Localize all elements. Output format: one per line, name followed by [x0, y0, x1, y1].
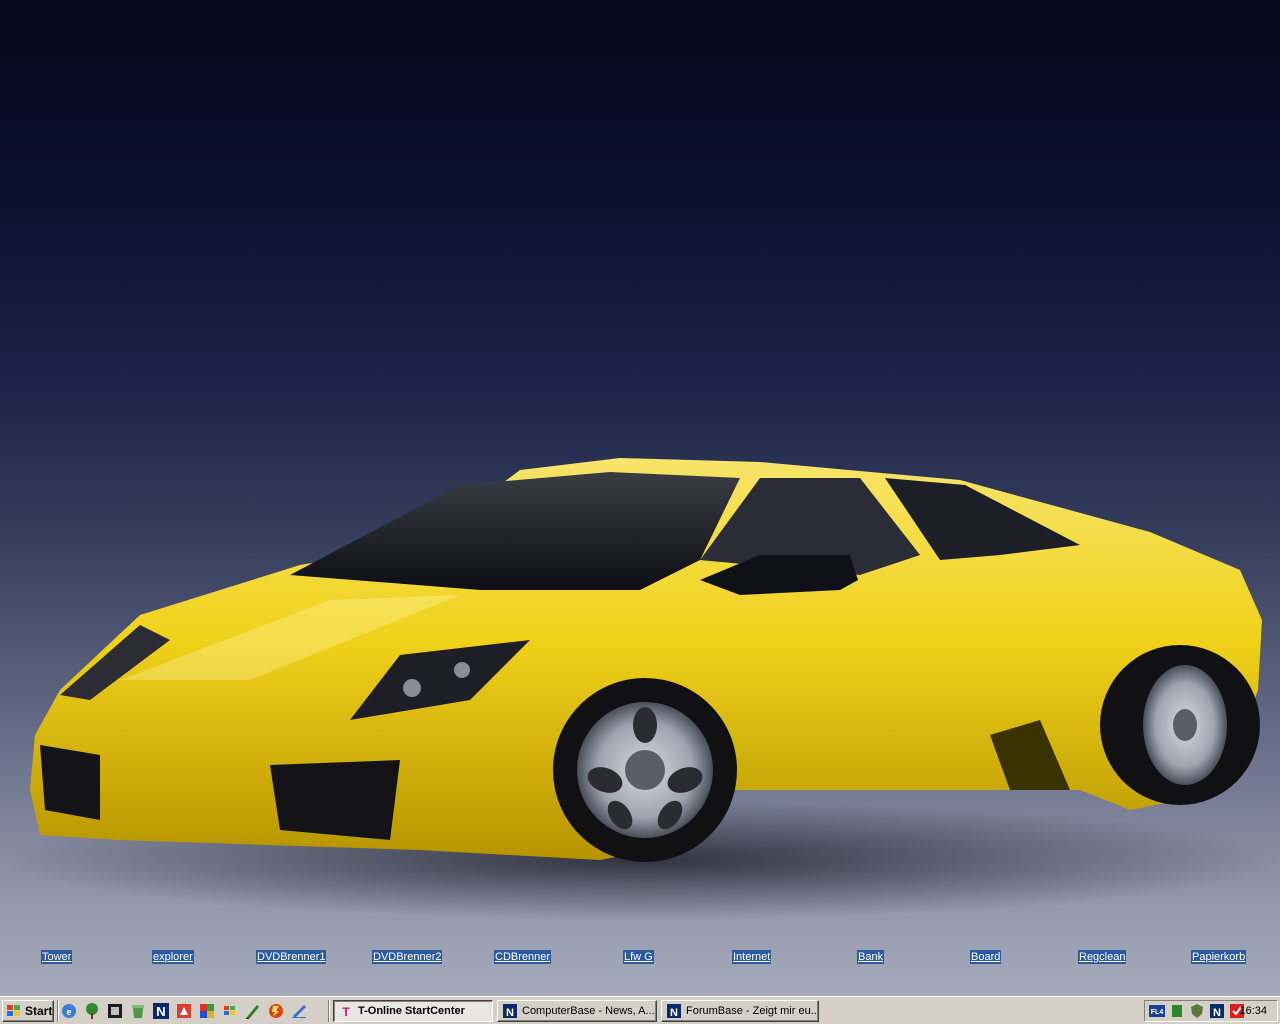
desktop-icon-tower[interactable]: Tower [41, 950, 73, 964]
task-button-t-online[interactable]: T T-Online StartCenter [333, 1000, 493, 1022]
svg-text:N: N [506, 1007, 514, 1019]
wallpaper-lamborghini [0, 458, 1280, 920]
svg-text:N: N [670, 1007, 678, 1019]
task-label: ForumBase - Zeigt mir eu... [686, 1005, 819, 1017]
windows-flag-icon[interactable] [221, 1002, 239, 1020]
t-online-icon: T [339, 1004, 353, 1019]
desktop-icon-regclean[interactable]: Regclean [1078, 950, 1127, 964]
desktop[interactable]: Tower explorer DVDBrenner1 DVDBrenner2 C… [0, 0, 1280, 996]
desktop-icon-bank[interactable]: Bank [857, 950, 885, 964]
acrobat-icon[interactable] [175, 1002, 193, 1020]
desktop-icon-board[interactable]: Board [970, 950, 1002, 964]
system-tray: FL4 N 16:34 [1144, 1000, 1278, 1022]
desktop-icon-explorer[interactable]: explorer [152, 950, 194, 964]
svg-text:N: N [156, 1004, 165, 1019]
task-label: ComputerBase - News, A... [522, 1005, 655, 1017]
svg-text:N: N [1213, 1007, 1221, 1019]
pen-icon[interactable] [244, 1002, 262, 1020]
start-button[interactable]: Start [2, 1000, 54, 1022]
netscape-icon: N [667, 1004, 681, 1019]
task-button-computerbase[interactable]: N ComputerBase - News, A... [497, 1000, 657, 1022]
app-icon[interactable] [106, 1002, 124, 1020]
netscape-icon: N [503, 1004, 517, 1019]
recycle-icon[interactable] [129, 1002, 147, 1020]
taskbar-divider [328, 1000, 330, 1022]
svg-text:FL4: FL4 [1151, 1009, 1164, 1016]
task-label: T-Online StartCenter [358, 1005, 465, 1017]
svg-text:T: T [342, 1005, 350, 1019]
task-button-forumbase[interactable]: N ForumBase - Zeigt mir eu... [661, 1000, 819, 1022]
netscape-tray-icon[interactable]: N [1209, 1003, 1225, 1019]
svg-text:e: e [67, 1006, 72, 1018]
clock[interactable]: 16:34 [1239, 1005, 1267, 1017]
network-tray-icon[interactable] [1169, 1003, 1185, 1019]
tree-icon[interactable] [83, 1002, 101, 1020]
media-icon[interactable] [198, 1002, 216, 1020]
desktop-icon-dvdbrenner2[interactable]: DVDBrenner2 [372, 950, 443, 964]
windows-logo-icon [7, 1005, 20, 1016]
desktop-icon-lfw-g[interactable]: Lfw G [623, 950, 654, 964]
taskbar-divider [57, 1000, 59, 1022]
flash-icon[interactable] [267, 1002, 285, 1020]
desktop-icon-papierkorb[interactable]: Papierkorb [1191, 950, 1247, 964]
desktop-icon-dvdbrenner1[interactable]: DVDBrenner1 [256, 950, 327, 964]
security-tray-icon[interactable] [1189, 1003, 1205, 1019]
desktop-icon-cdbrenner[interactable]: CDBrenner [494, 950, 552, 964]
ie-icon[interactable]: e [60, 1002, 78, 1020]
start-label: Start [25, 1004, 53, 1018]
flash-tray-icon[interactable]: FL4 [1149, 1003, 1165, 1019]
desktop-icon-internet[interactable]: Internet [732, 950, 772, 964]
taskbar: Start e N T T-Online StartCenter N Compu… [0, 996, 1280, 1024]
edit-icon[interactable] [290, 1002, 308, 1020]
netscape-icon[interactable]: N [152, 1002, 170, 1020]
